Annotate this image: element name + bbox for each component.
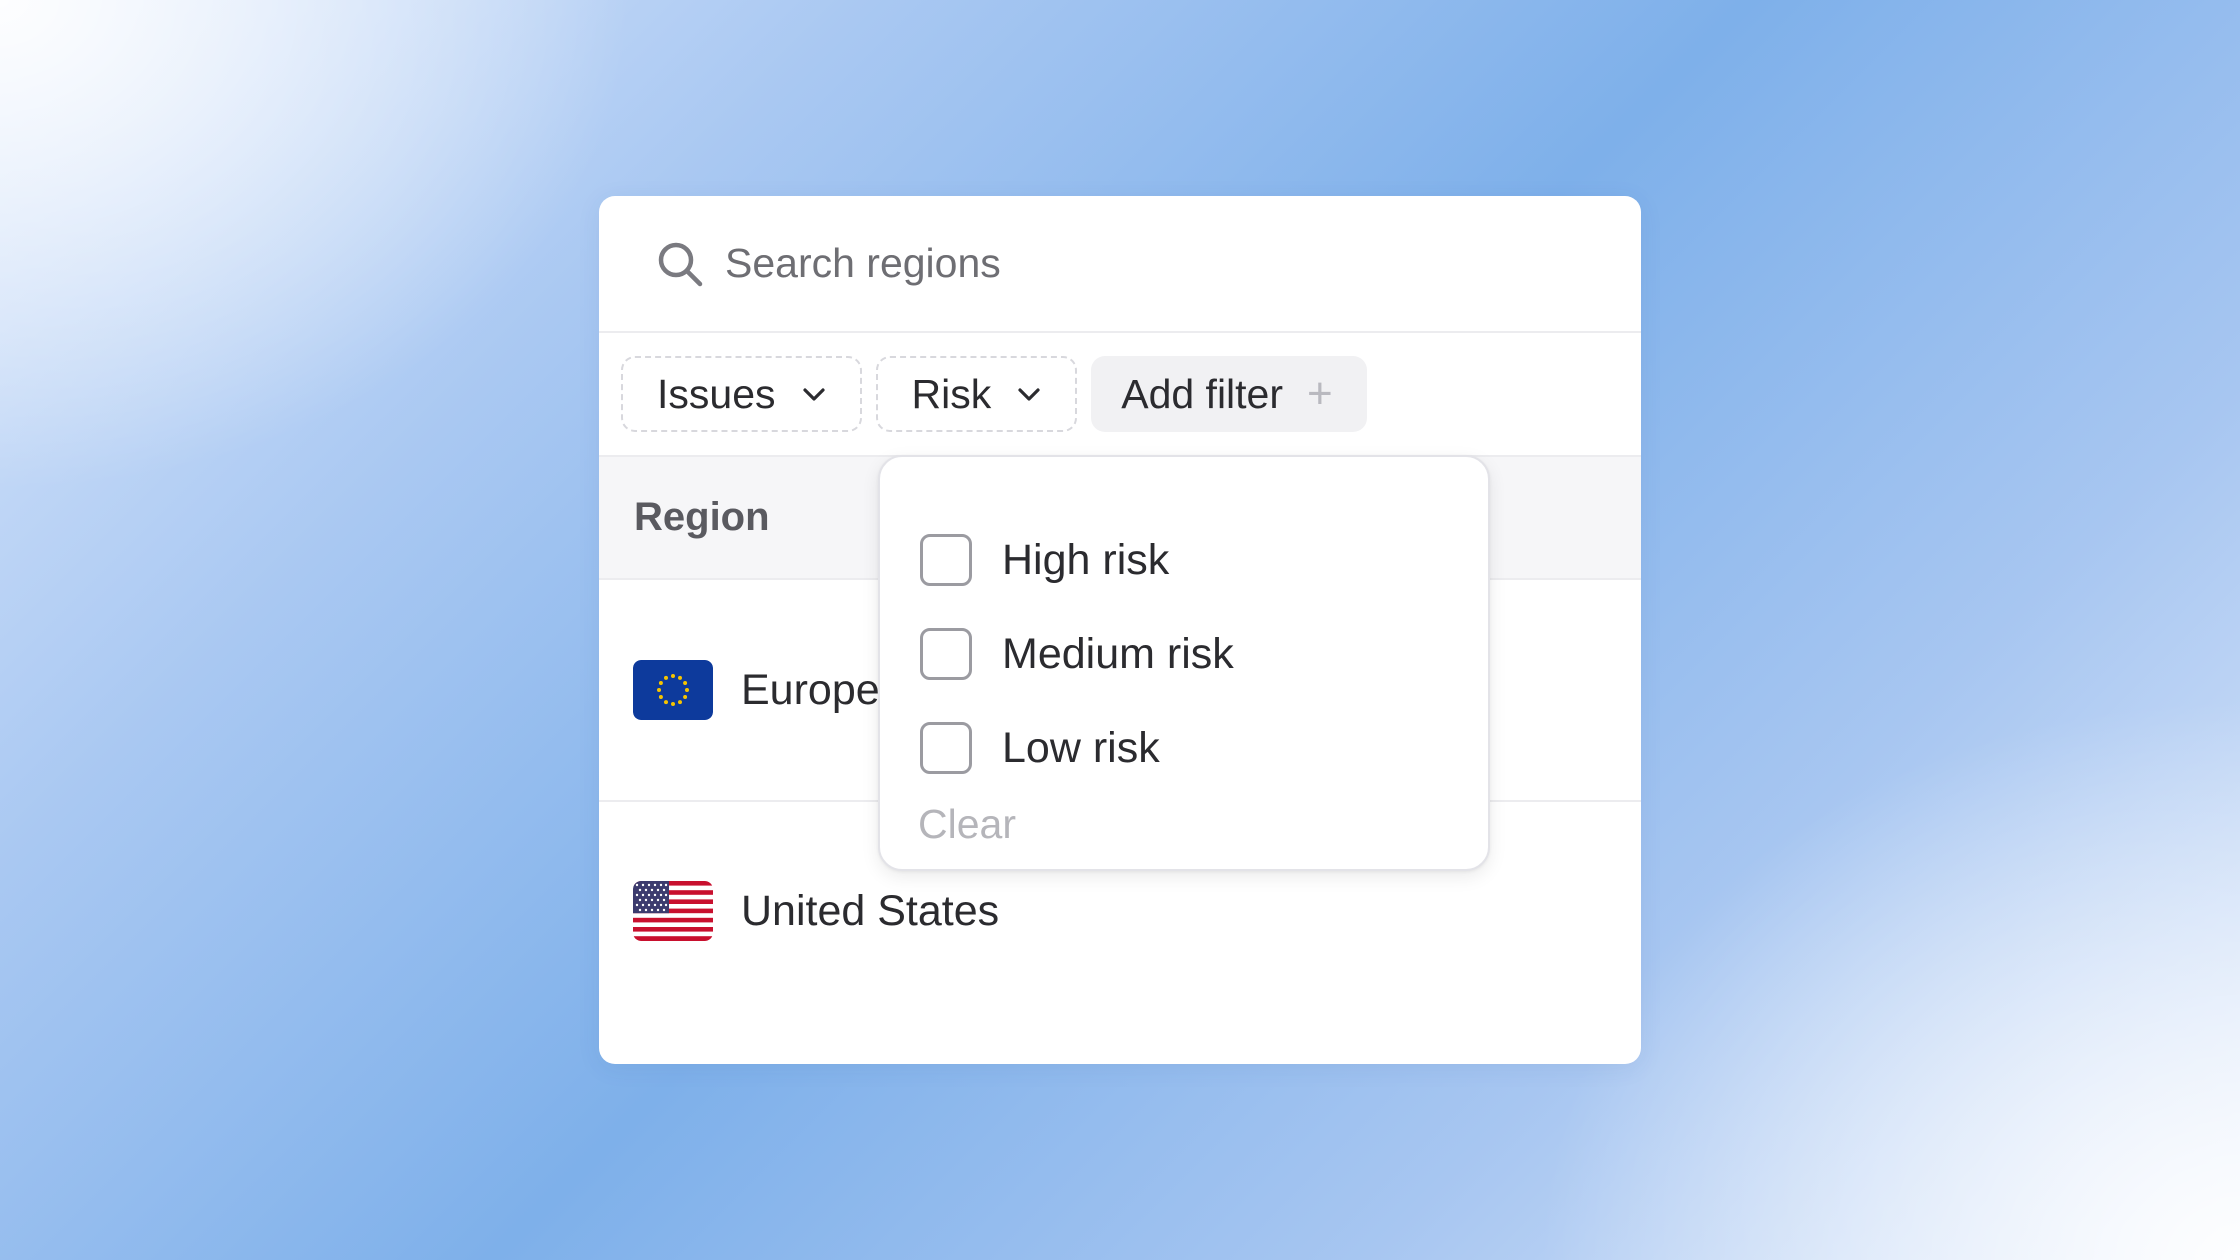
region-column-header: Region (634, 495, 770, 539)
risk-filter-dropdown: High risk Medium risk Low risk Clear (878, 455, 1490, 871)
risk-filter-chip[interactable]: Risk (875, 356, 1078, 432)
search-input[interactable] (725, 240, 1525, 287)
option-label: Medium risk (1002, 629, 1234, 678)
option-label: High risk (1002, 535, 1170, 584)
option-label: Low risk (1002, 723, 1160, 772)
low-risk-checkbox[interactable] (920, 722, 972, 774)
eu-flag-icon (633, 660, 713, 720)
option-medium-risk[interactable]: Medium risk (880, 607, 1488, 701)
search-bar[interactable] (599, 196, 1641, 333)
clear-button[interactable]: Clear (918, 801, 1016, 848)
medium-risk-checkbox[interactable] (920, 628, 972, 680)
issues-filter-label: Issues (657, 370, 776, 417)
risk-filter-label: Risk (911, 370, 992, 417)
issues-filter-chip[interactable]: Issues (621, 356, 862, 432)
us-flag-icon (633, 881, 713, 941)
add-filter-button[interactable]: Add filter + (1091, 356, 1367, 432)
search-icon (658, 242, 703, 286)
option-high-risk[interactable]: High risk (880, 513, 1488, 607)
region-name: United States (741, 886, 1000, 935)
chevron-down-icon (802, 388, 825, 401)
plus-icon: + (1307, 369, 1333, 418)
region-name: Europe (741, 665, 880, 714)
high-risk-checkbox[interactable] (920, 534, 972, 586)
add-filter-label: Add filter (1121, 370, 1284, 417)
chevron-down-icon (1018, 388, 1040, 401)
option-low-risk[interactable]: Low risk (880, 701, 1488, 795)
filter-bar: Issues Risk Add filter + (599, 333, 1641, 457)
